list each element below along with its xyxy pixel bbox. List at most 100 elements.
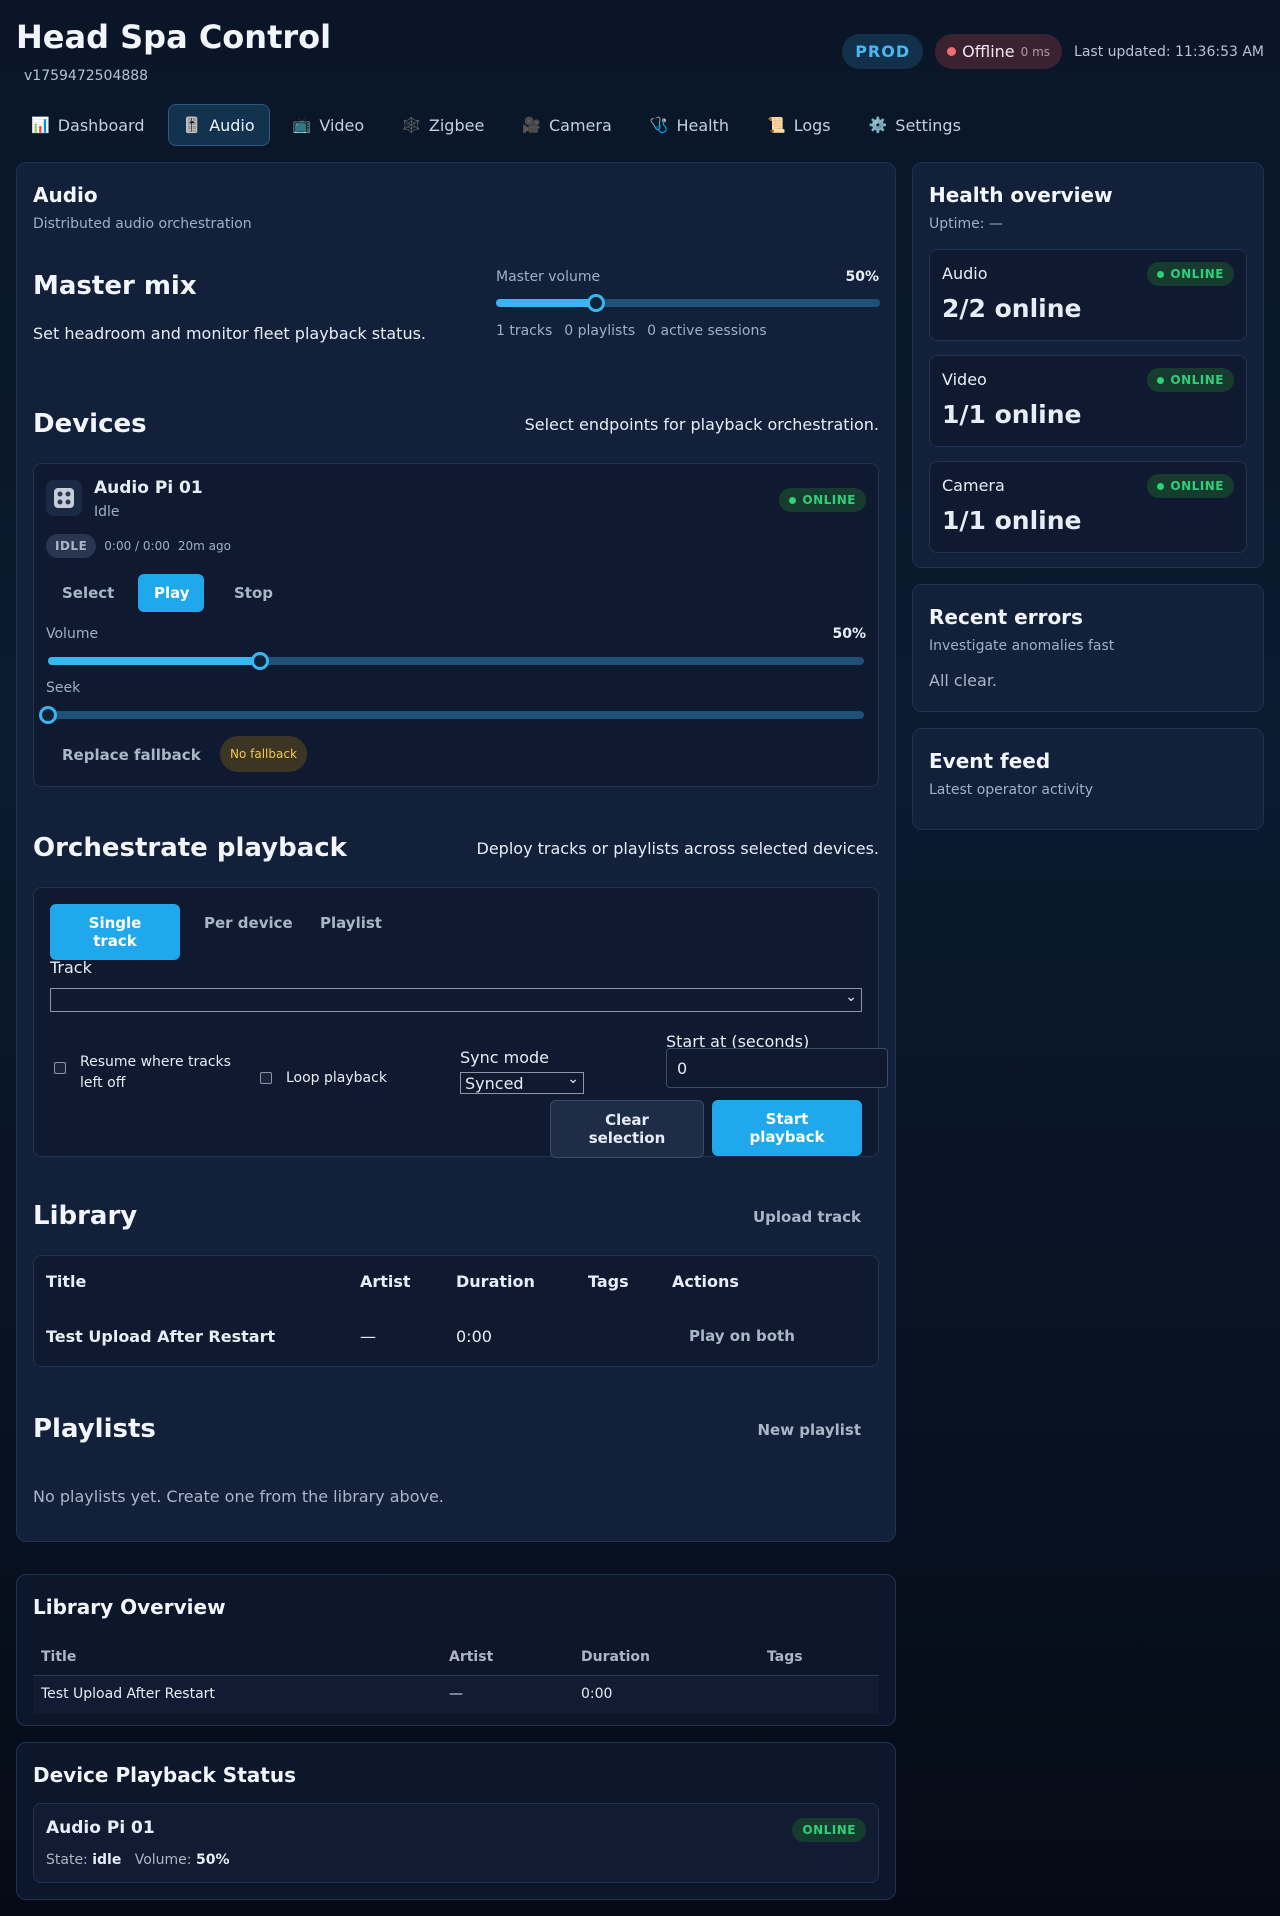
tab-audio[interactable]: 🎚️ Audio [167, 104, 270, 146]
connection-label: Offline [962, 42, 1015, 61]
status-dot-icon [947, 47, 957, 56]
header-status: PROD Offline 0 ms Last updated: 11:36:53… [842, 34, 1264, 69]
playlists-heading: Playlists [33, 1414, 156, 1444]
main-nav: 📊 Dashboard 🎚️ Audio 📺 Video 🕸️ Zigbee 🎥… [16, 104, 976, 146]
device-status-heading: Device Playback Status [33, 1763, 296, 1787]
app-version: v1759472504888 [24, 68, 149, 84]
seek-slider[interactable] [39, 706, 864, 724]
state-value: idle [92, 1852, 122, 1868]
slider-thumb[interactable] [251, 652, 270, 670]
fallback-badge: No fallback [220, 736, 307, 772]
device-status-badge: ONLINE [792, 1818, 866, 1842]
slider-fill [496, 299, 596, 307]
table-header-row: Title Artist Duration Tags [33, 1639, 879, 1675]
panel-subtitle: Distributed audio orchestration [33, 216, 252, 232]
slider-fill [48, 657, 261, 665]
tab-video[interactable]: 📺 Video [278, 104, 380, 146]
start-at-value: 0 [677, 1059, 688, 1078]
tab-label: Camera [548, 115, 612, 135]
column-header: Tags [588, 1271, 629, 1291]
tracks-count: 1 tracks [496, 323, 553, 339]
mode-single-track[interactable]: Single track [50, 904, 180, 960]
track-duration: 0:00 [456, 1326, 492, 1346]
last-updated: Last updated: 11:36:53 AM [1074, 43, 1264, 60]
track-tags [767, 1675, 879, 1713]
orchestrate-description: Deploy tracks or playlists across select… [476, 839, 879, 858]
volume-value: 50% [195, 1852, 230, 1868]
stethoscope-icon: 🩺 [649, 116, 669, 134]
events-subtitle: Latest operator activity [929, 782, 1093, 798]
play-button[interactable]: Play [138, 574, 204, 612]
health-card-camera: Camera ONLINE 1/1 online [929, 461, 1247, 553]
loop-checkbox[interactable] [260, 1072, 272, 1084]
app-header: Head Spa Control v1759472504888 PROD Off… [16, 18, 1264, 88]
column-header: Actions [672, 1271, 739, 1291]
mixer-icon: 🎚️ [182, 116, 202, 134]
track-duration: 0:00 [581, 1686, 613, 1703]
playback-time: 0:00 / 0:00 [104, 539, 170, 553]
start-playback-button[interactable]: Start playback [712, 1100, 862, 1156]
upload-track-button[interactable]: Upload track [737, 1198, 877, 1236]
panel-title: Audio [33, 183, 98, 207]
connection-latency: 0 ms [1020, 44, 1051, 59]
scroll-icon: 📜 [767, 116, 786, 134]
chart-icon: 📊 [31, 116, 50, 134]
replace-fallback-button[interactable]: Replace fallback [46, 736, 217, 774]
device-name: Audio Pi 01 [46, 1818, 155, 1838]
resume-checkbox[interactable] [54, 1062, 66, 1074]
track-label: Track [50, 958, 92, 977]
stop-button[interactable]: Stop [218, 574, 289, 612]
status-text: ONLINE [802, 1823, 856, 1837]
track-select[interactable]: ⌄ [50, 988, 862, 1012]
tab-label: Audio [209, 115, 255, 135]
resume-label: Resume where tracks left off [80, 1054, 231, 1091]
slider-thumb[interactable] [586, 294, 605, 312]
gear-icon: ⚙️ [868, 116, 888, 134]
last-seen: 20m ago [177, 539, 231, 553]
library-overview-table: Title Artist Duration Tags Test Upload A… [33, 1639, 879, 1713]
status-text: ONLINE [1170, 479, 1224, 493]
column-header: Artist [360, 1271, 411, 1291]
mode-playlist[interactable]: Playlist [304, 904, 398, 942]
sync-mode-label: Sync mode [460, 1048, 550, 1067]
health-status-badge: ONLINE [1147, 368, 1234, 392]
camera-icon: 🎥 [522, 116, 541, 134]
column-header: Title [41, 1648, 77, 1665]
new-playlist-button[interactable]: New playlist [741, 1411, 877, 1449]
device-icon [46, 480, 82, 516]
tab-health[interactable]: 🩺 Health [635, 104, 744, 146]
start-at-input[interactable]: 0 [666, 1048, 888, 1088]
select-device-button[interactable]: Select [46, 574, 130, 612]
chevron-down-icon: ⌄ [567, 1071, 579, 1087]
device-volume-slider[interactable] [48, 652, 864, 670]
device-status-card: Audio Pi 01 ONLINE State: idle Volume: 5… [33, 1803, 879, 1883]
column-header: Title [46, 1271, 87, 1291]
tab-settings[interactable]: ⚙️ Settings [854, 104, 976, 146]
recent-errors-panel: Recent errors Investigate anomalies fast… [912, 584, 1264, 712]
tab-zigbee[interactable]: 🕸️ Zigbee [387, 104, 499, 146]
table-row: Test Upload After Restart — 0:00 [33, 1675, 879, 1713]
mode-per-device[interactable]: Per device [188, 904, 309, 942]
tv-icon: 📺 [292, 116, 312, 134]
orchestrate-heading: Orchestrate playback [33, 833, 347, 863]
device-state-line: State: idle Volume: 50% [46, 1852, 229, 1868]
errors-heading: Recent errors [929, 605, 1083, 629]
tab-camera[interactable]: 🎥 Camera [507, 104, 626, 146]
health-card-video: Video ONLINE 1/1 online [929, 355, 1247, 447]
online-dot-icon [1157, 376, 1165, 384]
slider-thumb[interactable] [39, 706, 57, 724]
tab-logs[interactable]: 📜 Logs [752, 104, 846, 146]
tab-dashboard[interactable]: 📊 Dashboard [16, 104, 160, 146]
online-dot-icon [789, 496, 797, 504]
master-volume-value: 50% [845, 269, 879, 285]
sync-mode-select[interactable]: Synced ⌄ [460, 1071, 584, 1094]
device-playback-status-panel: Device Playback Status Audio Pi 01 ONLIN… [16, 1742, 896, 1900]
play-on-both-button[interactable]: Play on both [672, 1306, 878, 1366]
uptime: Uptime: — [929, 216, 1003, 232]
table-row: Test Upload After Restart — 0:00 Play on… [34, 1306, 878, 1366]
master-volume-slider[interactable] [496, 294, 880, 312]
column-header: Duration [456, 1271, 535, 1291]
state-label: State: [46, 1852, 88, 1868]
clear-selection-button[interactable]: Clear selection [550, 1100, 704, 1158]
events-heading: Event feed [929, 749, 1051, 773]
